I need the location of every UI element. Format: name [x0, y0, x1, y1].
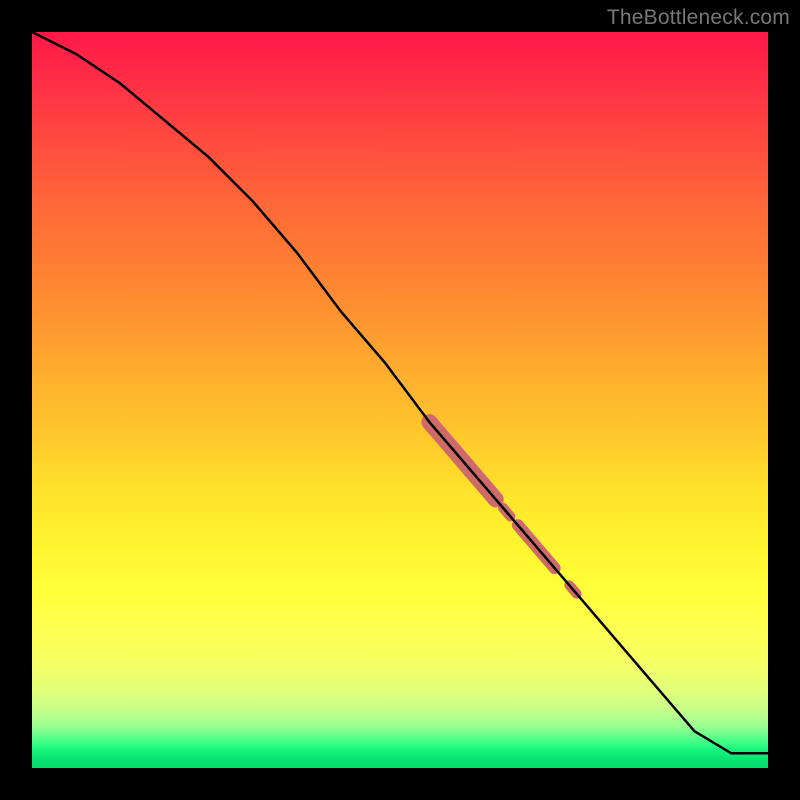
plot-area — [32, 32, 768, 768]
chart-stage: TheBottleneck.com — [0, 0, 800, 800]
curve-svg — [32, 32, 768, 768]
bottleneck-curve-path — [32, 32, 768, 753]
watermark-text: TheBottleneck.com — [607, 6, 790, 30]
